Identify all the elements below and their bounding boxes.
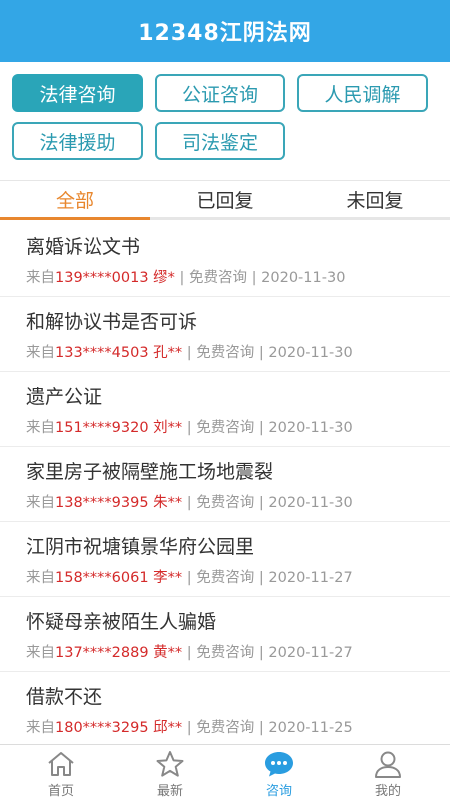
meta-type: 免费咨询 bbox=[196, 420, 255, 436]
meta-from: 来自 bbox=[26, 345, 55, 361]
meta-separator: | bbox=[182, 720, 197, 736]
consultation-list: 离婚诉讼文书 来自139****0013 缪* | 免费咨询 | 2020-11… bbox=[0, 222, 450, 744]
nav-home-label: 首页 bbox=[47, 784, 74, 799]
meta-date: 2020-11-30 bbox=[268, 420, 353, 436]
item-title: 江阴市祝塘镇景华府公园里 bbox=[26, 536, 255, 558]
meta-user: 133****4503 孔** bbox=[55, 345, 183, 361]
meta-user: 137****2889 黄** bbox=[55, 645, 183, 661]
meta-type: 免费咨询 bbox=[196, 720, 255, 736]
item-meta: 来自139****0013 缪* | 免费咨询 | 2020-11-30 bbox=[26, 268, 450, 288]
nav-latest[interactable]: 最新 bbox=[114, 745, 226, 800]
meta-date: 2020-11-25 bbox=[268, 720, 353, 736]
meta-type: 免费咨询 bbox=[196, 495, 255, 511]
meta-date: 2020-11-27 bbox=[268, 645, 353, 661]
nav-home[interactable]: 首页 bbox=[5, 745, 117, 800]
meta-user: 139****0013 缪* bbox=[55, 270, 175, 286]
meta-separator: | bbox=[247, 270, 262, 286]
nav-latest-label: 最新 bbox=[156, 784, 183, 799]
list-item[interactable]: 遗产公证 来自151****9320 刘** | 免费咨询 | 2020-11-… bbox=[0, 372, 450, 447]
meta-from: 来自 bbox=[26, 645, 55, 661]
list-item[interactable]: 怀疑母亲被陌生人骗婚 来自137****2889 黄** | 免费咨询 | 20… bbox=[0, 597, 450, 672]
category-buttons: 法律咨询 公证咨询 人民调解 法律援助 司法鉴定 bbox=[0, 62, 450, 172]
item-title: 离婚诉讼文书 bbox=[26, 236, 141, 258]
meta-user: 158****6061 李** bbox=[55, 570, 183, 586]
meta-separator: | bbox=[254, 645, 269, 661]
tab-replied[interactable]: 已回复 bbox=[150, 181, 300, 218]
item-meta: 来自180****3295 邱** | 免费咨询 | 2020-11-25 bbox=[26, 718, 450, 738]
item-meta: 来自151****9320 刘** | 免费咨询 | 2020-11-30 bbox=[26, 418, 450, 438]
meta-date: 2020-11-27 bbox=[268, 570, 353, 586]
meta-separator: | bbox=[182, 645, 197, 661]
category-legal-aid-button[interactable]: 法律援助 bbox=[12, 122, 143, 160]
meta-from: 来自 bbox=[26, 270, 55, 286]
nav-consult-label: 咨询 bbox=[265, 784, 292, 799]
meta-separator: | bbox=[174, 270, 190, 286]
app-title: 12348江阴法网 bbox=[138, 21, 312, 46]
meta-separator: | bbox=[254, 570, 269, 586]
meta-type: 免费咨询 bbox=[189, 270, 248, 286]
item-title: 家里房子被隔壁施工场地震裂 bbox=[26, 461, 274, 483]
star-icon bbox=[154, 749, 186, 779]
meta-type: 免费咨询 bbox=[196, 345, 255, 361]
app-header: 12348江阴法网 bbox=[0, 0, 450, 62]
category-legal-consult-button[interactable]: 法律咨询 bbox=[12, 74, 143, 112]
tab-unreplied[interactable]: 未回复 bbox=[300, 181, 450, 218]
nav-mine-label: 我的 bbox=[374, 784, 401, 799]
item-title: 怀疑母亲被陌生人骗婚 bbox=[26, 611, 217, 633]
nav-mine[interactable]: 我的 bbox=[332, 745, 444, 800]
user-icon bbox=[372, 749, 404, 779]
active-tab-indicator bbox=[0, 217, 150, 220]
meta-from: 来自 bbox=[26, 720, 55, 736]
meta-date: 2020-11-30 bbox=[268, 345, 353, 361]
home-icon bbox=[45, 749, 77, 779]
item-title: 遗产公证 bbox=[26, 386, 103, 408]
item-title: 借款不还 bbox=[26, 686, 103, 708]
bottom-navigation: 首页 最新 咨询 我的 bbox=[0, 744, 450, 800]
item-meta: 来自158****6061 李** | 免费咨询 | 2020-11-27 bbox=[26, 568, 450, 588]
tab-replied-label: 已回复 bbox=[196, 190, 254, 212]
tab-all[interactable]: 全部 bbox=[0, 181, 150, 218]
list-item[interactable]: 江阴市祝塘镇景华府公园里 来自158****6061 李** | 免费咨询 | … bbox=[0, 522, 450, 597]
meta-date: 2020-11-30 bbox=[268, 495, 353, 511]
meta-type: 免费咨询 bbox=[196, 570, 255, 586]
item-title: 和解协议书是否可诉 bbox=[26, 311, 198, 333]
category-judicial-appraisal-button[interactable]: 司法鉴定 bbox=[155, 122, 285, 160]
list-item[interactable]: 借款不还 来自180****3295 邱** | 免费咨询 | 2020-11-… bbox=[0, 672, 450, 744]
list-item[interactable]: 和解协议书是否可诉 来自133****4503 孔** | 免费咨询 | 202… bbox=[0, 297, 450, 372]
tab-all-label: 全部 bbox=[55, 190, 94, 212]
meta-from: 来自 bbox=[26, 495, 55, 511]
nav-consult[interactable]: 咨询 bbox=[223, 745, 335, 800]
item-meta: 来自137****2889 黄** | 免费咨询 | 2020-11-27 bbox=[26, 643, 450, 663]
list-item[interactable]: 离婚诉讼文书 来自139****0013 缪* | 免费咨询 | 2020-11… bbox=[0, 222, 450, 297]
meta-from: 来自 bbox=[26, 420, 55, 436]
meta-user: 151****9320 刘** bbox=[55, 420, 183, 436]
list-item[interactable]: 家里房子被隔壁施工场地震裂 来自138****9395 朱** | 免费咨询 |… bbox=[0, 447, 450, 522]
meta-date: 2020-11-30 bbox=[261, 270, 346, 286]
meta-separator: | bbox=[254, 720, 269, 736]
category-notary-consult-button[interactable]: 公证咨询 bbox=[155, 74, 285, 112]
chat-icon bbox=[263, 749, 295, 779]
meta-type: 免费咨询 bbox=[196, 645, 255, 661]
meta-user: 138****9395 朱** bbox=[55, 495, 183, 511]
meta-separator: | bbox=[254, 495, 269, 511]
meta-from: 来自 bbox=[26, 570, 55, 586]
tab-unreplied-label: 未回复 bbox=[346, 190, 404, 212]
item-meta: 来自133****4503 孔** | 免费咨询 | 2020-11-30 bbox=[26, 343, 450, 363]
filter-tabs: 全部 已回复 未回复 bbox=[0, 180, 450, 220]
meta-separator: | bbox=[182, 495, 197, 511]
item-meta: 来自138****9395 朱** | 免费咨询 | 2020-11-30 bbox=[26, 493, 450, 513]
meta-separator: | bbox=[182, 420, 197, 436]
meta-user: 180****3295 邱** bbox=[55, 720, 183, 736]
meta-separator: | bbox=[254, 420, 269, 436]
meta-separator: | bbox=[254, 345, 269, 361]
meta-separator: | bbox=[182, 570, 197, 586]
meta-separator: | bbox=[182, 345, 197, 361]
category-mediation-button[interactable]: 人民调解 bbox=[297, 74, 428, 112]
